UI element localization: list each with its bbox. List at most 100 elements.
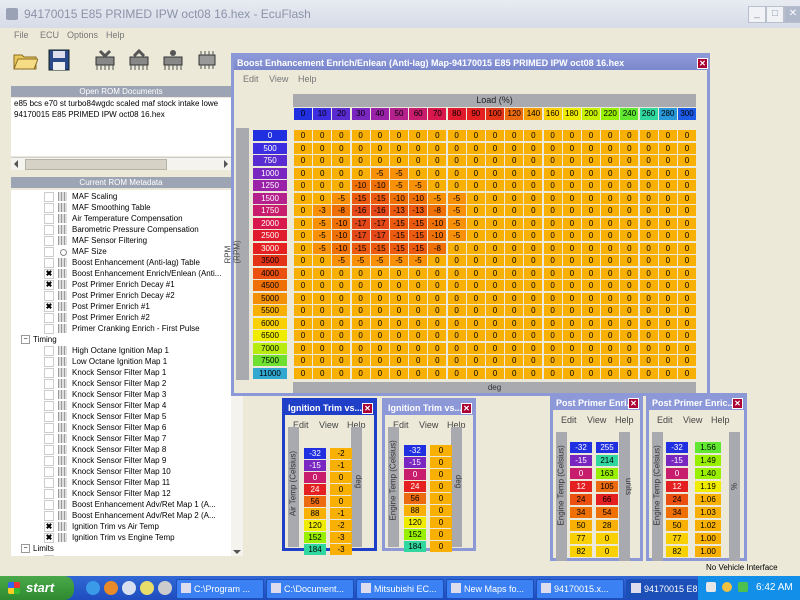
map-cell[interactable]: -5	[351, 255, 370, 266]
map-cell[interactable]: 0	[543, 367, 562, 379]
map-cell[interactable]: 0	[313, 267, 332, 279]
map-cell[interactable]: 0	[313, 180, 332, 191]
map-cell[interactable]: 0	[543, 355, 562, 366]
map-cell[interactable]: 0	[601, 317, 620, 329]
map-cell[interactable]: -5	[370, 167, 389, 179]
map-cell[interactable]: 0	[466, 342, 485, 354]
map-cell[interactable]: 0	[505, 280, 524, 291]
map-cell[interactable]: 0	[294, 180, 312, 191]
map-cell[interactable]: -8	[428, 205, 447, 216]
map-cell[interactable]: 0	[466, 280, 485, 291]
primer-1-menu-edit[interactable]: Edit	[561, 415, 577, 425]
map-cell[interactable]: -10	[370, 180, 389, 191]
map-cell[interactable]: 0	[543, 317, 562, 329]
trim-air-close-button[interactable]: ✕	[362, 403, 373, 414]
map-cell[interactable]: 0	[447, 367, 466, 379]
map-cell[interactable]: 0	[562, 255, 581, 266]
map-cell[interactable]: -15	[370, 192, 389, 204]
map-cell[interactable]: 0	[601, 130, 620, 141]
map-cell[interactable]: 0	[620, 217, 639, 229]
map-cell[interactable]: 0	[678, 192, 696, 204]
map-cell[interactable]: 0	[447, 167, 466, 179]
map-cell[interactable]: 0	[351, 342, 370, 354]
map-cell[interactable]: 0	[524, 330, 543, 341]
map-cell[interactable]: -10	[332, 242, 351, 254]
map-cell[interactable]: 0	[466, 305, 485, 316]
map-cell[interactable]: 0	[351, 130, 370, 141]
map-cell[interactable]: -13	[409, 205, 428, 216]
primer-1-value-cell[interactable]: 54	[596, 507, 618, 518]
map-cell[interactable]: 0	[505, 167, 524, 179]
map-cell[interactable]: 0	[524, 305, 543, 316]
map-cell[interactable]: 0	[543, 130, 562, 141]
map-cell[interactable]: 0	[658, 280, 677, 291]
map-cell[interactable]: 0	[370, 342, 389, 354]
map-cell[interactable]: 0	[313, 305, 332, 316]
map-cell[interactable]: 0	[332, 342, 351, 354]
save-disk-icon[interactable]	[46, 47, 72, 73]
map-cell[interactable]: 0	[351, 317, 370, 329]
map-cell[interactable]: 0	[447, 292, 466, 304]
collapse-icon[interactable]: −	[21, 335, 30, 344]
map-cell[interactable]: 0	[543, 242, 562, 254]
map-cell[interactable]: 0	[505, 355, 524, 366]
map-cell[interactable]: 0	[313, 367, 332, 379]
map-cell[interactable]: 0	[428, 342, 447, 354]
primer-2-value-cell[interactable]: 1.00	[695, 546, 721, 557]
map-cell[interactable]: 0	[658, 255, 677, 266]
map-cell[interactable]: -10	[332, 217, 351, 229]
tree-group-limits[interactable]: − Limits	[11, 543, 231, 554]
tree-item[interactable]: Knock Sensor Filter Map 7	[11, 433, 231, 444]
map-cell[interactable]: 0	[390, 155, 408, 166]
map-cell[interactable]: 0	[678, 255, 696, 266]
map-cell[interactable]: 0	[658, 180, 677, 191]
tree-item-checkbox[interactable]: ✖	[44, 280, 54, 290]
write-ecu-icon[interactable]	[126, 47, 152, 73]
map-cell[interactable]: 0	[543, 267, 562, 279]
tree-item-checkbox[interactable]	[44, 434, 54, 444]
map-cell[interactable]: 0	[678, 142, 696, 154]
map-cell[interactable]: 0	[658, 367, 677, 379]
map-cell[interactable]: 0	[505, 367, 524, 379]
map-cell[interactable]: 0	[639, 305, 658, 316]
map-cell[interactable]: 0	[543, 342, 562, 354]
map-cell[interactable]: 0	[639, 230, 658, 241]
map-cell[interactable]: 0	[370, 155, 389, 166]
map-cell[interactable]: 0	[294, 317, 312, 329]
primer-1-value-cell[interactable]: 66	[596, 494, 618, 505]
map-cell[interactable]: 0	[639, 330, 658, 341]
map-cell[interactable]: 0	[658, 205, 677, 216]
map-cell[interactable]: 0	[313, 130, 332, 141]
map-cell[interactable]: 0	[562, 167, 581, 179]
map-cell[interactable]: 0	[351, 292, 370, 304]
map-cell[interactable]: -5	[390, 255, 408, 266]
tree-item-checkbox[interactable]	[44, 401, 54, 411]
map-cell[interactable]: 0	[582, 292, 600, 304]
tree-item[interactable]: Knock Sensor Filter Map 4	[11, 400, 231, 411]
tree-item[interactable]: Primer Cranking Enrich - First Pulse	[11, 323, 231, 334]
map-cell[interactable]: 0	[486, 242, 504, 254]
map-cell[interactable]: 0	[601, 142, 620, 154]
map-cell[interactable]: 0	[562, 230, 581, 241]
tree-item[interactable]: Boost Enhancement Adv/Ret Map 1 (A...	[11, 499, 231, 510]
map-cell[interactable]: 0	[428, 355, 447, 366]
tree-item[interactable]: Post Primer Enrich #2	[11, 312, 231, 323]
map-cell[interactable]: 0	[428, 292, 447, 304]
map-cell[interactable]: 0	[486, 192, 504, 204]
map-cell[interactable]: 0	[582, 217, 600, 229]
trim-air-value-cell[interactable]: -3	[330, 544, 352, 555]
map-cell[interactable]: 0	[639, 292, 658, 304]
tree-item[interactable]: Knock Sensor Filter Map 11	[11, 477, 231, 488]
rom-item-selected[interactable]: 94170015 E85 PRIMED IPW oct08 16.hex	[14, 110, 165, 119]
scroll-left-icon[interactable]	[14, 160, 18, 168]
map-cell[interactable]: 0	[562, 217, 581, 229]
map-cell[interactable]: 0	[428, 367, 447, 379]
map-cell[interactable]: -5	[409, 255, 428, 266]
firefox-icon[interactable]	[104, 581, 118, 595]
map-cell[interactable]: -5	[313, 242, 332, 254]
tree-item-checkbox[interactable]	[44, 456, 54, 466]
map-cell[interactable]: 0	[620, 317, 639, 329]
tree-item-checkbox[interactable]	[44, 500, 54, 510]
task-rom-xml[interactable]: 94170015.x...	[536, 579, 624, 599]
tree-item-checkbox[interactable]	[44, 247, 54, 257]
